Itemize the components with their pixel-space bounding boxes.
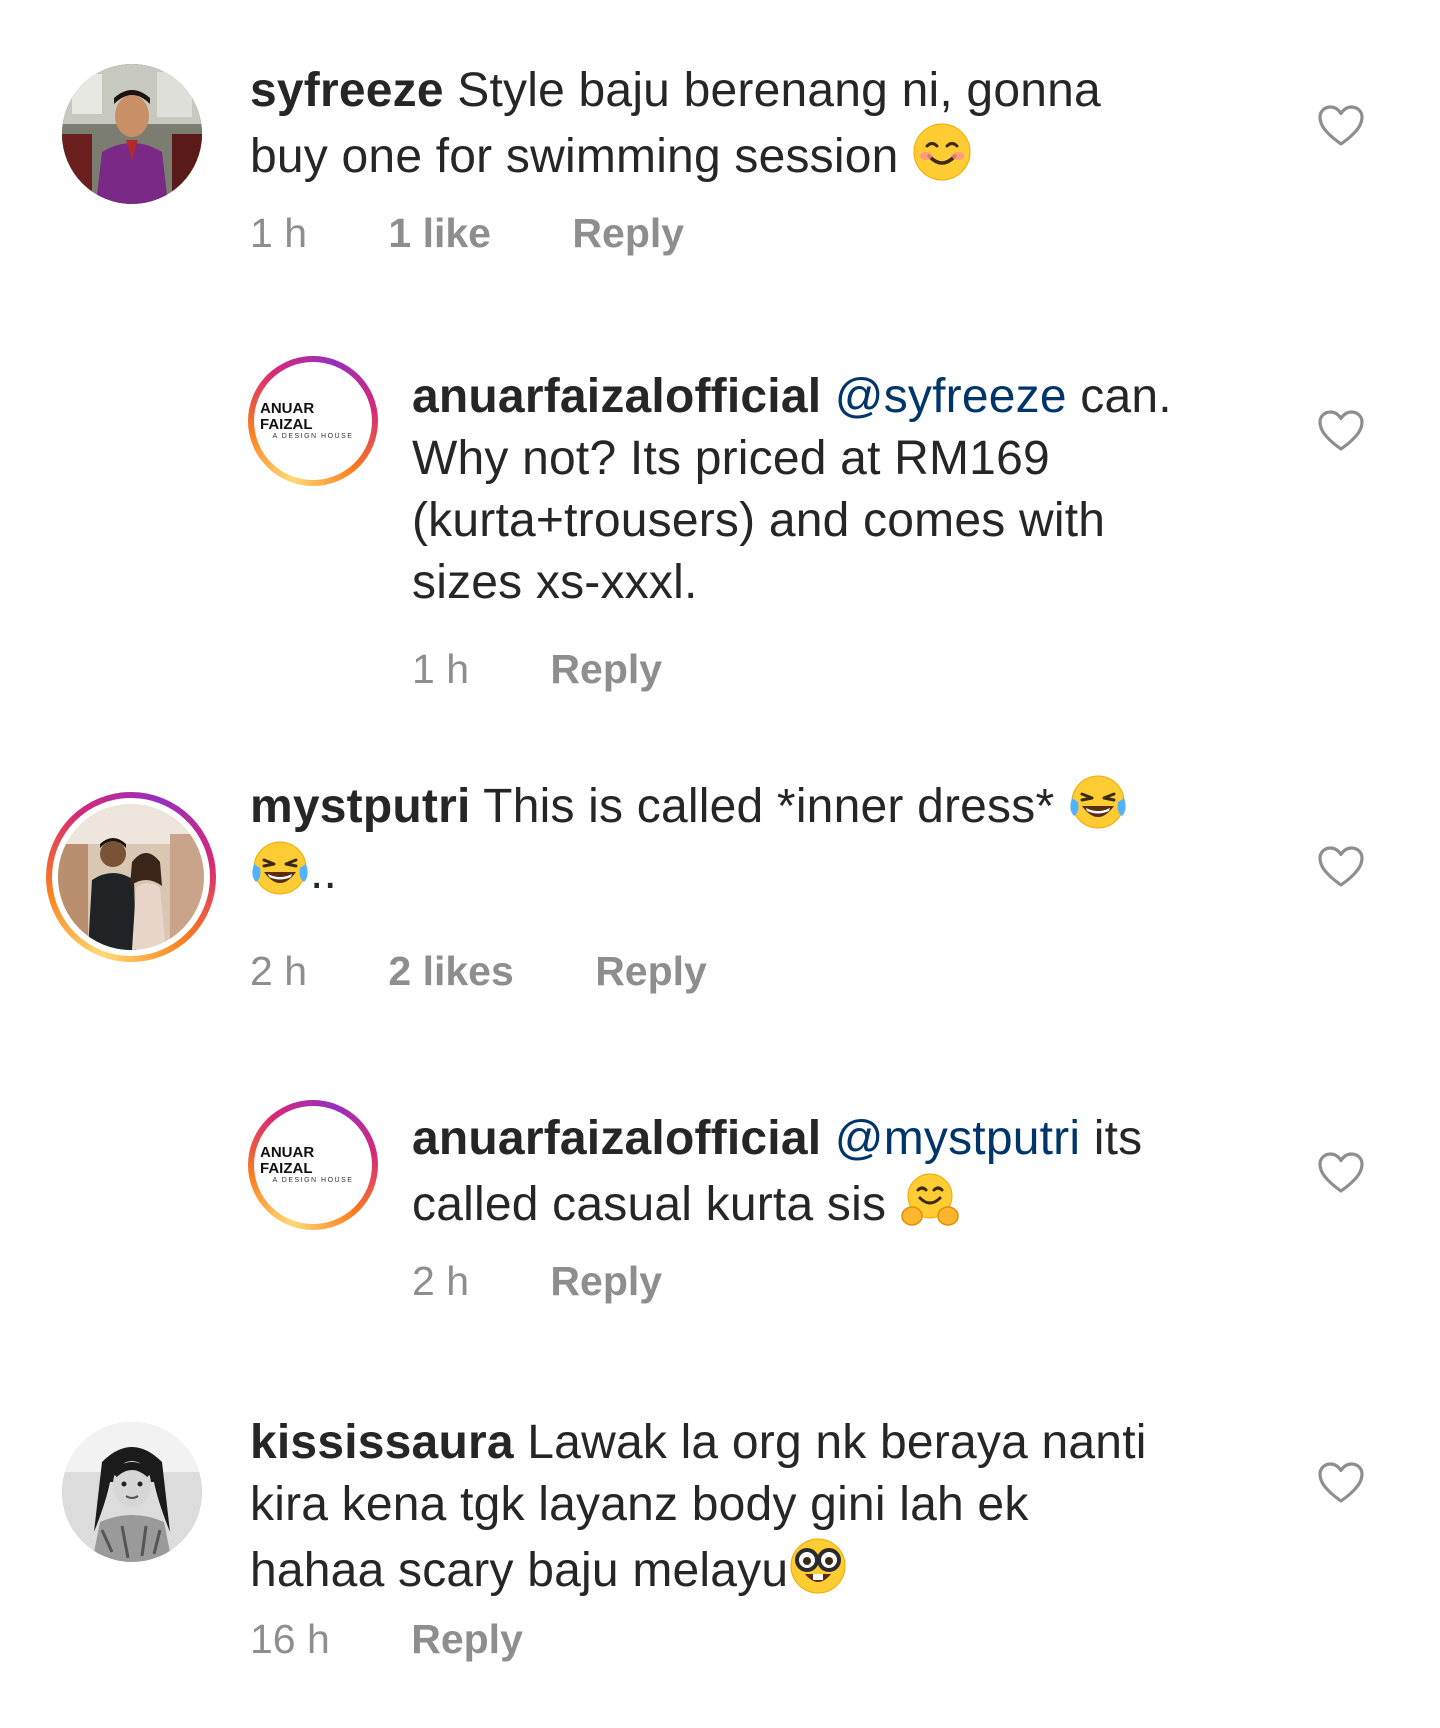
comment-text: kira kena tgk layanz body gini lah ek: [250, 1478, 1029, 1531]
avatar[interactable]: [62, 1422, 202, 1562]
heart-outline-icon[interactable]: [1318, 105, 1364, 147]
brand-logo: ANUAR FAIZAL A DESIGN HOUSE: [260, 400, 354, 441]
brand-logo: ANUAR FAIZAL A DESIGN HOUSE: [260, 1144, 354, 1185]
nerd-face-emoji: [790, 1538, 846, 1594]
likes-count[interactable]: 2 likes: [388, 948, 513, 995]
comment-username[interactable]: mystputri: [250, 780, 471, 833]
comment-mystputri: mystputri This is called *inner dress* .…: [0, 720, 1440, 1050]
comment-text: hahaa scary baju melayu: [250, 1544, 789, 1597]
hugging-face-emoji: [900, 1173, 959, 1226]
profile-photo: [58, 804, 204, 950]
comment-text: buy one for swimming session: [250, 130, 913, 183]
comment-text: can.: [1066, 370, 1172, 423]
comment-text: sizes xs-xxxl.: [412, 556, 698, 609]
mention-link[interactable]: @syfreeze: [835, 370, 1067, 423]
comment-text: its: [1080, 1112, 1143, 1165]
comment-time: 2 h: [412, 1258, 469, 1304]
reply-button[interactable]: Reply: [572, 210, 684, 257]
avatar[interactable]: [62, 64, 202, 204]
comment-time: 16 h: [250, 1616, 330, 1662]
comment-text: Style baju berenang ni, gonna: [443, 64, 1101, 117]
profile-photo: [62, 64, 202, 204]
tears-of-joy-emoji: [1070, 775, 1126, 829]
comment-time: 1 h: [250, 210, 307, 256]
reply-button[interactable]: Reply: [550, 1258, 662, 1305]
reply-button[interactable]: Reply: [595, 948, 707, 995]
heart-outline-icon[interactable]: [1318, 410, 1364, 452]
avatar[interactable]: ANUAR FAIZAL A DESIGN HOUSE: [248, 356, 378, 486]
reply-comment-anuarfaizalofficial: ANUAR FAIZAL A DESIGN HOUSE anuarfaizalo…: [0, 300, 1440, 720]
mention-link[interactable]: @mystputri: [835, 1112, 1080, 1165]
comment-username[interactable]: syfreeze: [250, 64, 444, 117]
comment-text: ..: [310, 846, 338, 899]
heart-outline-icon[interactable]: [1318, 1152, 1364, 1194]
profile-photo: [62, 1422, 202, 1562]
comment-username[interactable]: anuarfaizalofficial: [412, 1112, 821, 1165]
heart-outline-icon[interactable]: [1318, 846, 1364, 888]
avatar[interactable]: ANUAR FAIZAL A DESIGN HOUSE: [248, 1100, 378, 1230]
reply-button[interactable]: Reply: [550, 646, 662, 693]
heart-outline-icon[interactable]: [1318, 1462, 1364, 1504]
comment-text: Lawak la org nk beraya nanti: [513, 1416, 1147, 1469]
comment-syfreeze: syfreeze Style baju berenang ni, gonna b…: [0, 0, 1440, 300]
smiling-face-emoji: [913, 123, 971, 181]
tears-of-joy-emoji: [252, 841, 308, 895]
comment-text: called casual kurta sis: [412, 1178, 900, 1231]
likes-count[interactable]: 1 like: [388, 210, 491, 257]
comment-username[interactable]: anuarfaizalofficial: [412, 370, 821, 423]
reply-comment-anuarfaizalofficial: ANUAR FAIZAL A DESIGN HOUSE anuarfaizalo…: [0, 1050, 1440, 1380]
avatar[interactable]: [46, 792, 216, 962]
comment-kississaura: kississaura Lawak la org nk beraya nanti…: [0, 1380, 1440, 1728]
comment-time: 1 h: [412, 646, 469, 692]
comment-text: This is called *inner dress*: [470, 780, 1068, 833]
comment-text: Why not? Its priced at RM169: [412, 432, 1050, 485]
reply-button[interactable]: Reply: [411, 1616, 523, 1663]
comment-text: (kurta+trousers) and comes with: [412, 494, 1106, 547]
comment-username[interactable]: kississaura: [250, 1416, 514, 1469]
comment-time: 2 h: [250, 948, 307, 994]
